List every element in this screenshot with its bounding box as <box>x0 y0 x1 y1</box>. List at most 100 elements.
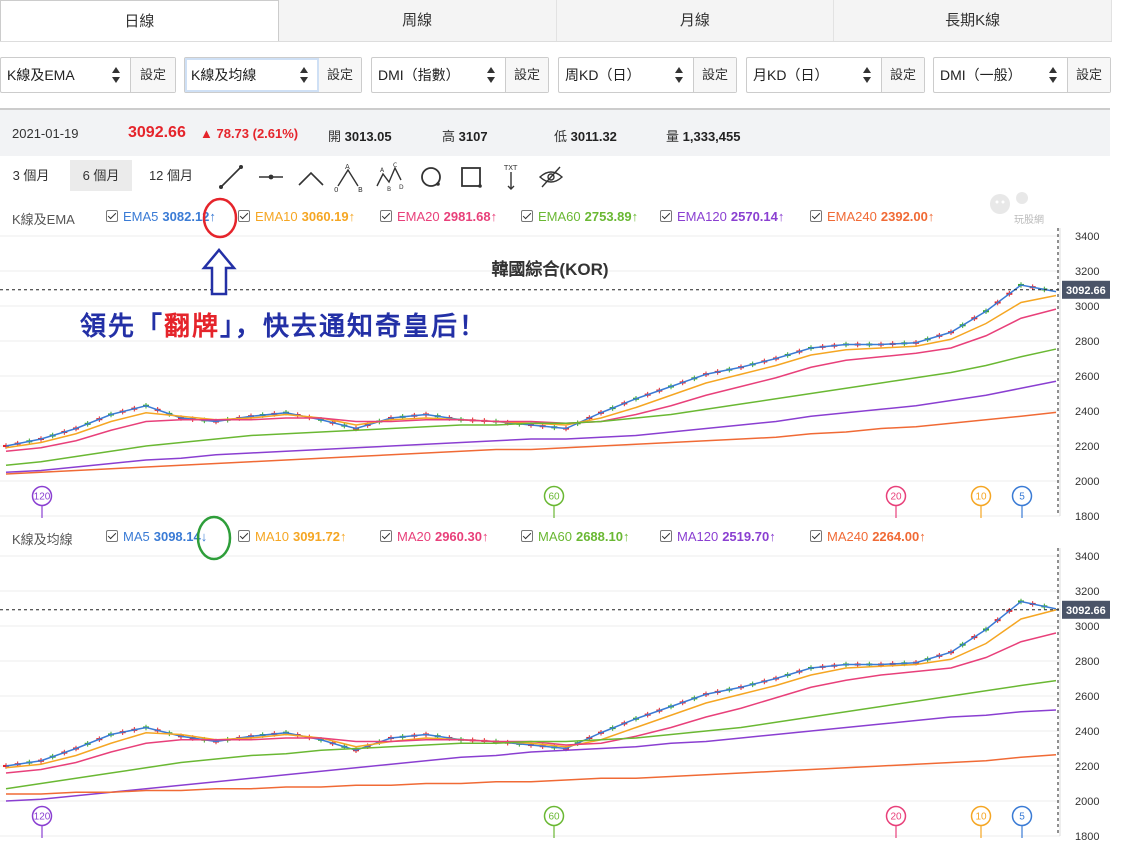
ma-legend: K線及均線 MA5 3098.14↓ MA10 3091.72↑ MA20 2960.30… <box>0 527 1000 547</box>
quote-price: 3092.66 <box>128 124 186 141</box>
indicator-select-6[interactable]: DMI（一般） <box>934 58 1068 92</box>
ma-legend-item-ma20[interactable]: MA20 2960.30↑ <box>380 529 488 544</box>
tab-monthly[interactable]: 月線 <box>556 0 835 41</box>
period-marker-label: 10 <box>975 812 987 823</box>
legend-series-name: EMA240 <box>827 209 877 224</box>
ma-legend-item-ma10[interactable]: MA10 3091.72↑ <box>238 529 346 544</box>
checkbox-icon[interactable] <box>521 210 533 222</box>
ema-legend-item-ema20[interactable]: EMA20 2981.68↑ <box>380 209 497 224</box>
ema-legend-item-ema10[interactable]: EMA10 3060.19↑ <box>238 209 355 224</box>
high-value: 3107 <box>458 129 488 144</box>
legend-series-name: EMA10 <box>255 209 298 224</box>
ema-legend-title: K線及EMA <box>12 212 75 227</box>
range-3-months-button[interactable]: 3 個月 <box>0 160 62 191</box>
text-annotation-icon[interactable]: TXT <box>496 162 526 192</box>
settings-button-5[interactable]: 設定 <box>882 58 924 92</box>
checkbox-icon[interactable] <box>106 210 118 222</box>
checkbox-icon[interactable] <box>106 530 118 542</box>
selector-group-5: 月KD（日） 設定 <box>746 57 925 93</box>
period-marker-label: 20 <box>890 492 902 503</box>
svg-text:D: D <box>399 184 404 191</box>
low-label: 低 <box>554 129 568 144</box>
circle-icon[interactable] <box>416 162 446 192</box>
legend-series-value: 3098.14 <box>153 529 201 544</box>
ema-legend-item-ema120[interactable]: EMA120 2570.14↑ <box>660 209 784 224</box>
selector-group-4: 周KD（日） 設定 <box>558 57 737 93</box>
trend-arrow-icon: ↓ <box>200 529 208 544</box>
abc-pattern-icon[interactable]: A 0 B <box>334 162 364 192</box>
checkbox-icon[interactable] <box>660 530 672 542</box>
horizontal-line-icon[interactable] <box>256 162 286 192</box>
tab-daily[interactable]: 日線 <box>0 0 279 41</box>
checkbox-icon[interactable] <box>521 530 533 542</box>
ema-candlestick-chart[interactable]: 3400 3200 3000 2800 2600 2400 2200 2000 1800 3092… <box>0 228 1112 520</box>
trend-arrow-icon: ↑ <box>631 209 639 224</box>
ema-legend-item-ema240[interactable]: EMA240 2392.00↑ <box>810 209 934 224</box>
y-tick-label: 2000 <box>1075 796 1099 808</box>
range-12-months-button[interactable]: 12 個月 <box>138 160 204 191</box>
ma-legend-title: K線及均線 <box>12 532 73 547</box>
price-tag-label: 3092.66 <box>1066 605 1106 617</box>
ma-legend-item-ma120[interactable]: MA120 2519.70↑ <box>660 529 776 544</box>
y-tick-label: 3000 <box>1075 301 1099 313</box>
hide-drawings-icon[interactable] <box>536 162 566 192</box>
checkbox-icon[interactable] <box>810 530 822 542</box>
period-marker-label: 20 <box>890 812 902 823</box>
period-tabs: 日線 周線 月線 長期K線 <box>0 0 1112 42</box>
checkbox-icon[interactable] <box>810 210 822 222</box>
y-tick-label: 2600 <box>1075 371 1099 383</box>
ema-legend-item-ema60[interactable]: EMA60 2753.89↑ <box>521 209 638 224</box>
ema-legend-item-ema5[interactable]: EMA5 3082.12↑ <box>106 209 216 224</box>
checkbox-icon[interactable] <box>238 530 250 542</box>
select-arrows-icon <box>863 67 871 83</box>
legend-series-name: MA20 <box>397 529 431 544</box>
quote-volume: 量 1,333,455 <box>666 126 740 145</box>
chart-title: 韓國綜合(KOR) <box>491 259 608 279</box>
rectangle-icon[interactable] <box>456 162 486 192</box>
checkbox-icon[interactable] <box>238 210 250 222</box>
tab-long-term[interactable]: 長期K線 <box>834 0 1112 41</box>
angle-line-icon[interactable] <box>296 162 326 192</box>
trend-arrow-icon: ↑ <box>348 209 356 224</box>
trend-arrow-icon: ↑ <box>339 529 347 544</box>
indicator-select-3[interactable]: DMI（指數） <box>372 58 506 92</box>
indicator-select-1[interactable]: K線及EMA <box>1 58 131 92</box>
legend-series-name: MA240 <box>827 529 869 544</box>
settings-button-4[interactable]: 設定 <box>694 58 736 92</box>
legend-series-name: EMA20 <box>397 209 440 224</box>
legend-series-value: 3091.72 <box>292 529 340 544</box>
period-marker-label: 60 <box>548 492 560 503</box>
checkbox-icon[interactable] <box>380 530 392 542</box>
trend-line-icon[interactable] <box>216 162 246 192</box>
abcd-pattern-icon[interactable]: A C B D <box>374 162 404 192</box>
settings-button-6[interactable]: 設定 <box>1068 58 1110 92</box>
settings-button-3[interactable]: 設定 <box>506 58 548 92</box>
series-line-ma240 <box>6 754 1057 795</box>
indicator-select-2[interactable]: K線及均線 <box>185 58 319 92</box>
ma-candlestick-chart[interactable]: 3400 3200 3000 2800 2600 2400 2200 2000 1800 3092… <box>0 548 1112 843</box>
trend-arrow-icon: ↑ <box>490 209 498 224</box>
ma-legend-item-ma60[interactable]: MA60 2688.10↑ <box>521 529 629 544</box>
settings-button-1[interactable]: 設定 <box>131 58 175 92</box>
trend-arrow-icon: ↑ <box>927 209 935 224</box>
range-6-months-button[interactable]: 6 個月 <box>70 160 132 191</box>
settings-button-2[interactable]: 設定 <box>319 58 361 92</box>
indicator-select-5[interactable]: 月KD（日） <box>747 58 882 92</box>
y-tick-label: 1800 <box>1075 831 1099 843</box>
indicator-selectors: K線及EMA 設定 K線及均線 設定 DMI（指數） 設定 周KD（日） 設定 … <box>0 57 1112 93</box>
quote-high: 高 3107 <box>442 126 488 145</box>
select-arrows-icon <box>300 67 308 83</box>
period-marker-label: 120 <box>34 812 51 823</box>
high-label: 高 <box>442 129 456 144</box>
indicator-select-4[interactable]: 周KD（日） <box>559 58 694 92</box>
legend-series-value: 2392.00 <box>880 209 928 224</box>
ma-legend-item-ma5[interactable]: MA5 3098.14↓ <box>106 529 207 544</box>
checkbox-icon[interactable] <box>380 210 392 222</box>
ma-legend-item-ma240[interactable]: MA240 2264.00↑ <box>810 529 926 544</box>
y-tick-label: 2200 <box>1075 441 1099 453</box>
checkbox-icon[interactable] <box>660 210 672 222</box>
legend-series-value: 3060.19 <box>301 209 349 224</box>
legend-series-value: 2981.68 <box>443 209 491 224</box>
period-marker-label: 10 <box>975 492 987 503</box>
tab-weekly[interactable]: 周線 <box>278 0 557 41</box>
